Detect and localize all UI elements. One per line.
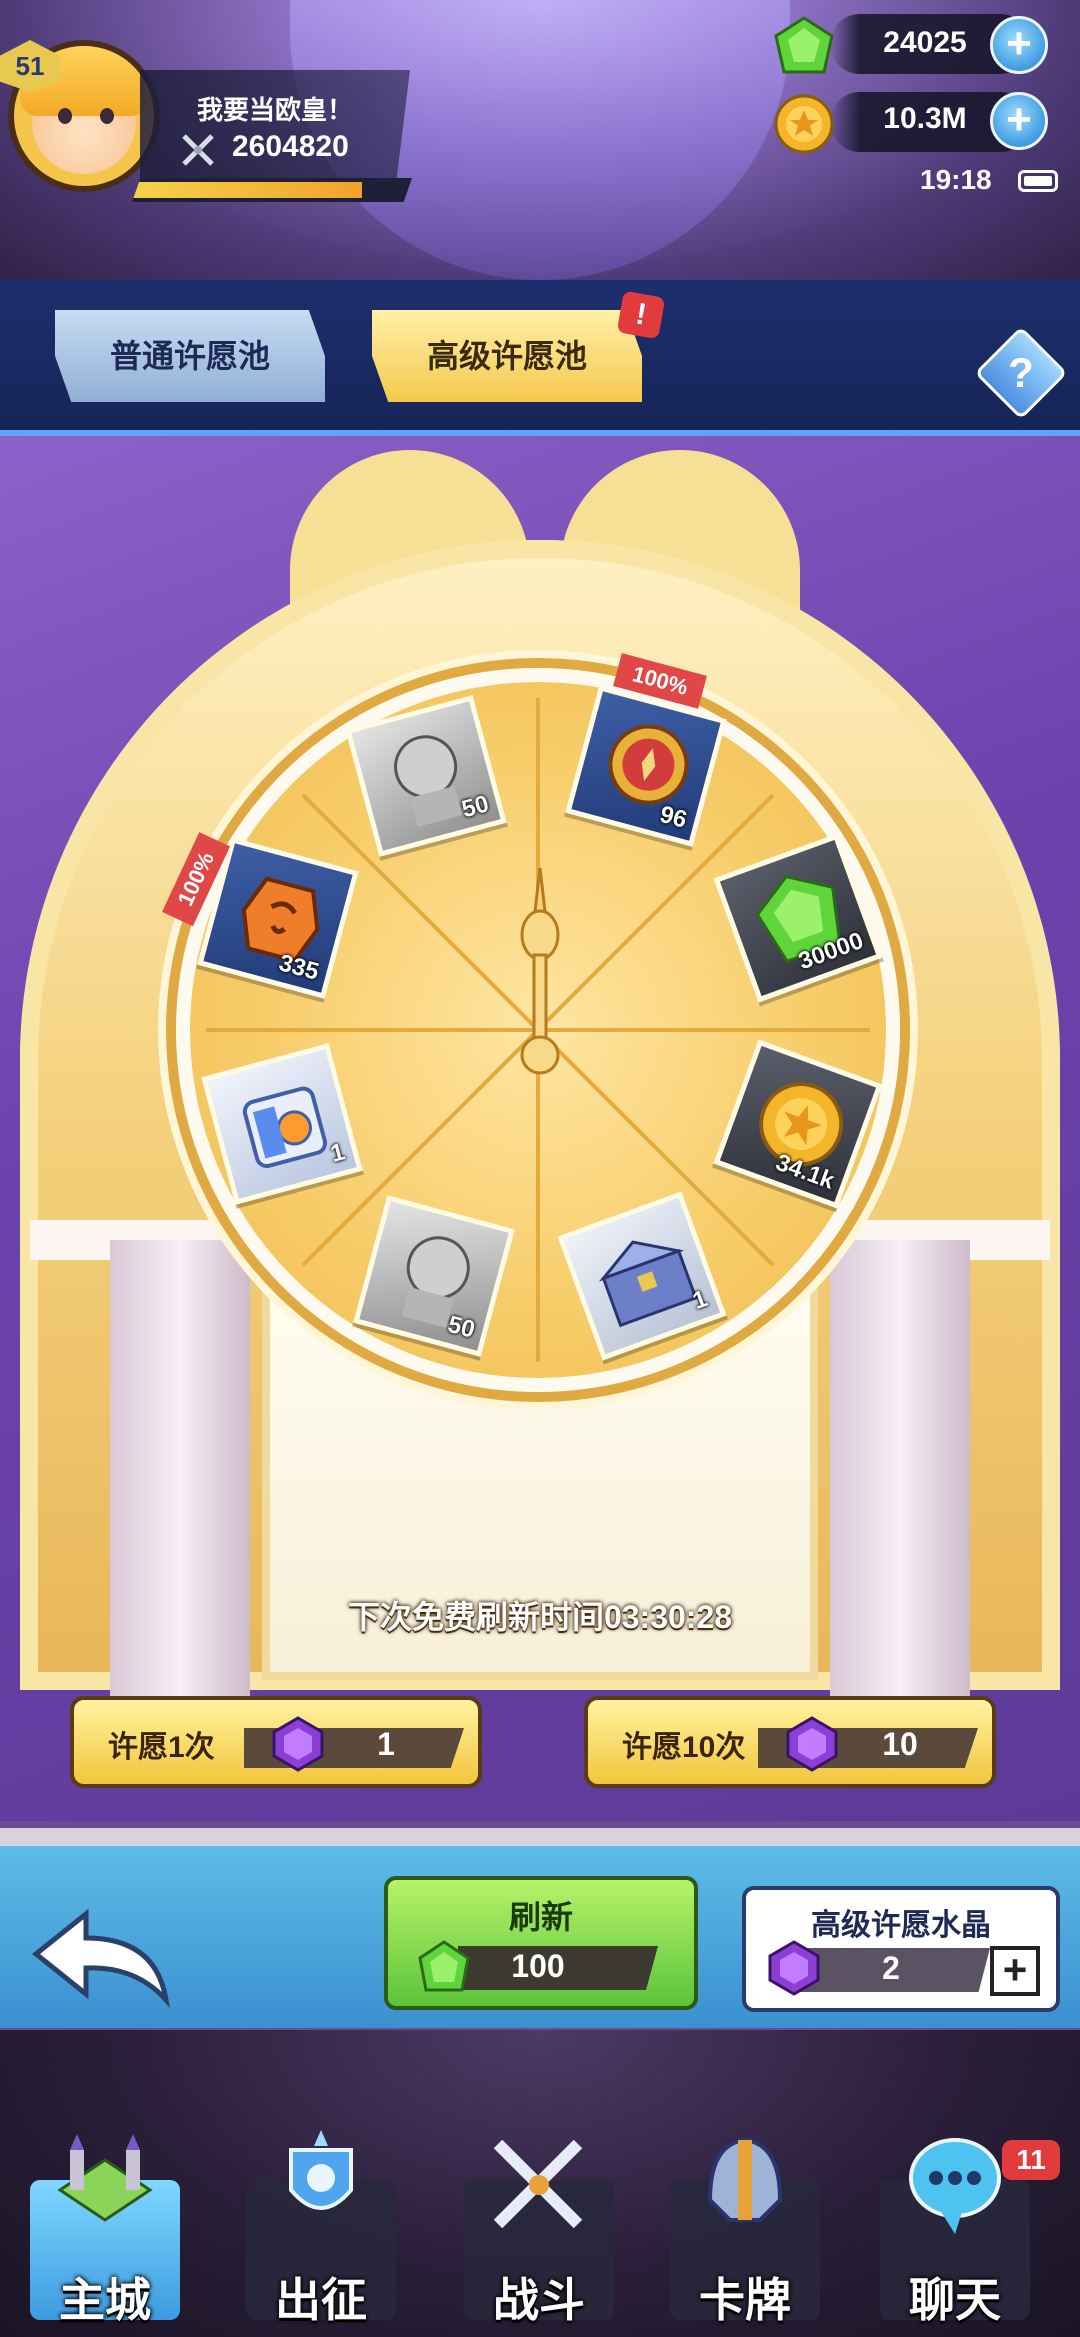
wish-once-label: 许愿1次: [108, 1731, 215, 1764]
refresh-cost: 100: [511, 1948, 565, 1984]
refresh-button[interactable]: 刷新 100: [384, 1876, 698, 2010]
shield-banner-icon: [289, 2130, 353, 2210]
question-mark-icon[interactable]: ?: [988, 340, 1054, 406]
alert-badge: !: [616, 290, 666, 340]
add-gold-button[interactable]: +: [990, 92, 1048, 150]
nav-main-city[interactable]: 主城: [10, 2134, 200, 2330]
chest-icon: [598, 1240, 698, 1328]
avatar-eye-right: [100, 108, 114, 124]
crossed-swords-icon: [493, 2139, 583, 2229]
prize-qty: 50: [458, 790, 492, 824]
nav-label: 卡牌: [699, 2274, 791, 2326]
nav-battle[interactable]: 战斗: [444, 2139, 634, 2330]
nav-expedition[interactable]: 出征: [226, 2130, 416, 2330]
wish-once-cost: 1: [377, 1726, 395, 1762]
chat-unread-badge: 11: [1002, 2140, 1060, 2180]
tab-normal-wish-pool[interactable]: 普通许愿池: [55, 310, 325, 402]
green-gem-icon: [774, 16, 834, 74]
avatar-eye-left: [58, 108, 72, 124]
advanced-crystal-panel: 高级许愿水晶 2 +: [742, 1886, 1060, 2012]
wish-ten-cost: 10: [882, 1726, 918, 1762]
player-name: 我要当欧皇！: [196, 95, 353, 125]
clock-hand: [520, 867, 560, 1075]
nav-chat[interactable]: 聊天: [860, 2138, 1050, 2330]
tab-advanced-wish-pool[interactable]: 高级许愿池: [372, 310, 642, 402]
wish-once-button[interactable]: 许愿1次 1: [70, 1696, 482, 1788]
crossed-swords-icon: [182, 134, 214, 166]
nav-cards[interactable]: 卡牌: [650, 2137, 840, 2330]
xp-bar-fill: [132, 182, 362, 198]
battery-icon: [1018, 170, 1058, 192]
gold-count: 10.3M: [883, 102, 967, 135]
green-gem-icon: [418, 1940, 470, 1992]
prize-qty: 50: [444, 1310, 478, 1344]
add-gems-button[interactable]: +: [990, 16, 1048, 74]
chat-bubble-icon: [909, 2138, 1001, 2234]
add-crystal-button[interactable]: +: [990, 1946, 1040, 1996]
combat-power-value: 2604820: [232, 130, 349, 163]
nav-label: 主城: [59, 2274, 151, 2326]
free-refresh-timer: 下次免费刷新时间03:30:28: [347, 1599, 733, 1635]
wish-ten-label: 许愿10次: [622, 1731, 746, 1764]
castle-icon: [57, 2134, 153, 2222]
emblem-icon: [608, 724, 689, 805]
nav-label: 战斗: [493, 2274, 585, 2326]
prize-qty: 96: [656, 800, 690, 834]
xp-bar: [132, 178, 412, 202]
nav-label: 聊天: [909, 2274, 1001, 2326]
refresh-label: 刷新: [508, 1899, 573, 1935]
gem-count: 24025: [883, 26, 967, 59]
prize-qty: 1: [327, 1138, 348, 1168]
helmet-icon: [707, 2137, 783, 2222]
system-clock: 19:18: [920, 164, 992, 195]
nav-label: 出征: [275, 2274, 367, 2326]
prize-qty: 1: [689, 1285, 711, 1316]
wish-ten-button[interactable]: 许愿10次 10: [584, 1696, 996, 1788]
gold-coin-icon: [774, 94, 834, 154]
back-arrow-icon[interactable]: [26, 1904, 176, 2014]
crystal-title: 高级许愿水晶: [811, 1909, 991, 1942]
device-icon: [242, 1086, 328, 1169]
crystal-count: 2: [882, 1950, 900, 1986]
